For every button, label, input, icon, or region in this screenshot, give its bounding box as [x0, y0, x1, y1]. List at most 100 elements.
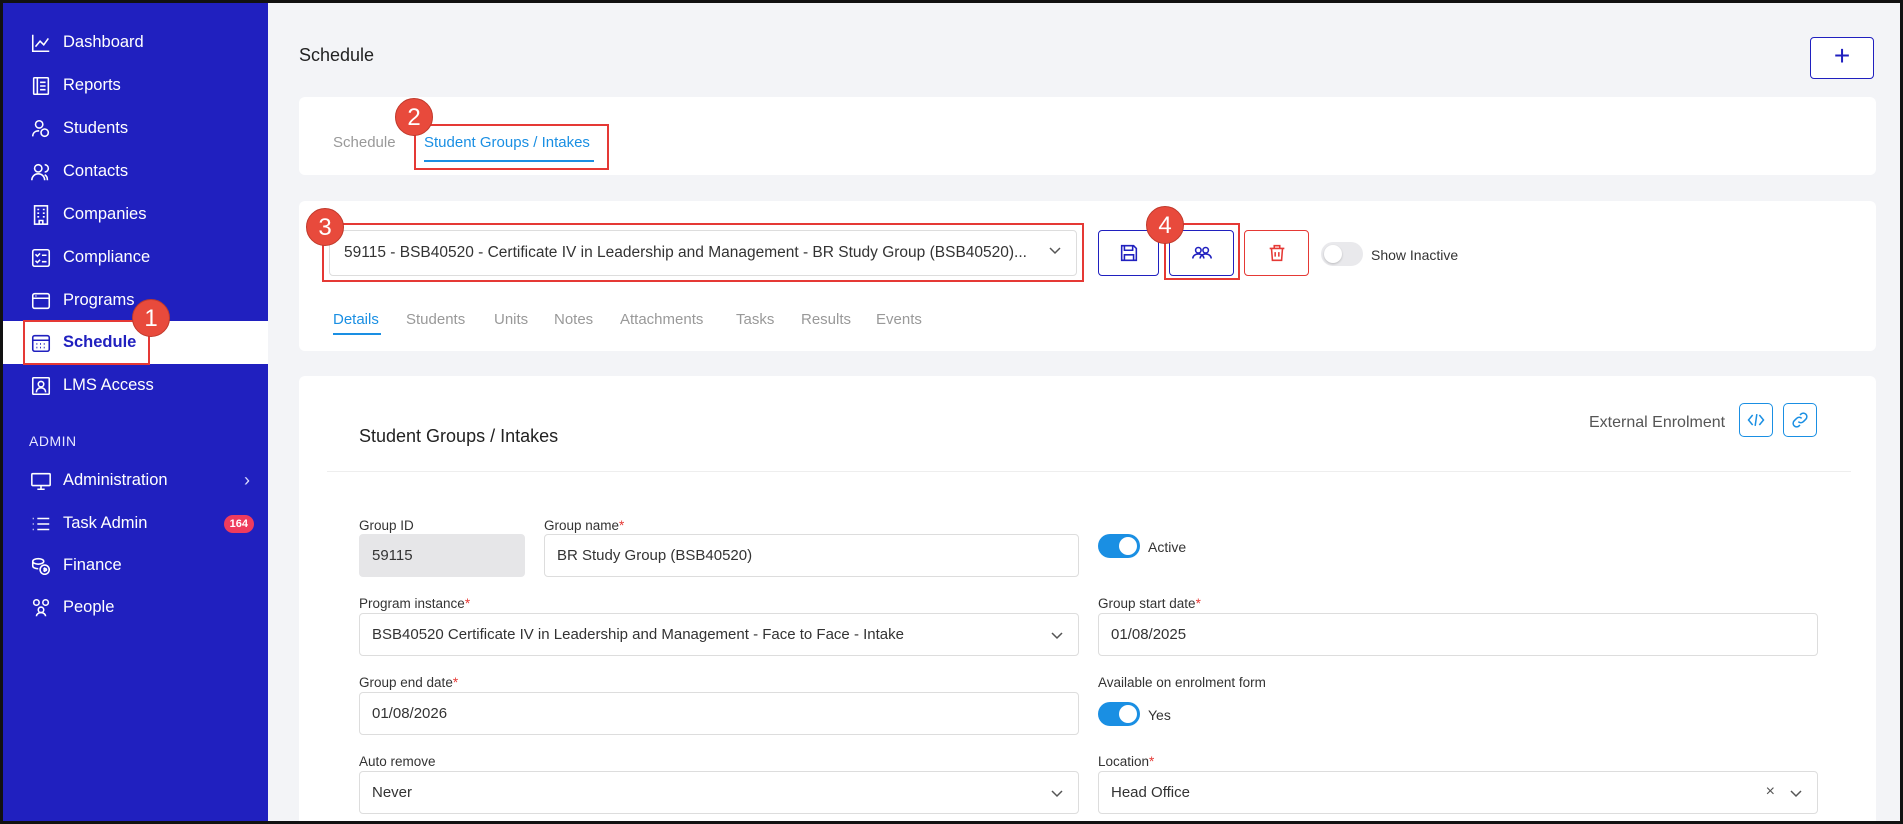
subtab-details[interactable]: Details [333, 311, 379, 328]
subtab-results[interactable]: Results [801, 311, 851, 328]
auto-remove-value: Never [372, 784, 413, 801]
location-value: Head Office [1111, 784, 1190, 801]
delete-button[interactable] [1244, 230, 1309, 276]
sidebar-item-administration[interactable]: Administration › [3, 459, 268, 502]
programs-icon [29, 289, 53, 313]
auto-remove-label: Auto remove [359, 754, 436, 769]
chevron-down-icon [1051, 632, 1063, 640]
location-label-text: Location [1098, 754, 1150, 769]
report-icon [29, 74, 53, 98]
tab-schedule[interactable]: Schedule [333, 134, 396, 151]
sidebar-item-lms-access[interactable]: LMS Access [3, 364, 268, 407]
admin-section-label: ADMIN [29, 433, 77, 449]
subtab-events[interactable]: Events [876, 311, 922, 328]
step-marker-2: 2 [395, 98, 433, 136]
group-id-field: 59115 [359, 534, 525, 577]
sidebar-item-label: Administration [63, 471, 168, 489]
sidebar: Dashboard Reports Students Contacts Comp… [3, 3, 268, 821]
active-toggle[interactable] [1098, 534, 1140, 558]
show-inactive-label: Show Inactive [1371, 247, 1459, 263]
group-id-value: 59115 [372, 547, 413, 564]
subtab-units[interactable]: Units [494, 311, 528, 328]
available-yes-label: Yes [1148, 707, 1171, 723]
sidebar-item-label: Compliance [63, 248, 151, 266]
group-end-date-field[interactable]: 01/08/2026 [359, 692, 1079, 735]
monitor-icon [29, 469, 53, 493]
link-icon [1792, 412, 1808, 428]
required-mark: * [1195, 596, 1201, 611]
group-start-date-label: Group start date* [1098, 596, 1201, 611]
sidebar-item-label: Programs [63, 291, 135, 309]
contacts-icon [29, 160, 53, 184]
floppy-disk-icon [1120, 244, 1137, 262]
sidebar-item-task-admin[interactable]: Task Admin 164 [3, 502, 268, 545]
step-marker-1: 1 [132, 299, 170, 337]
step-marker-4: 4 [1146, 206, 1184, 244]
copy-link-button[interactable] [1783, 403, 1817, 437]
section-divider [327, 471, 1851, 472]
subtab-notes[interactable]: Notes [554, 311, 593, 328]
students-icon [29, 117, 53, 141]
group-end-date-label: Group end date* [359, 675, 458, 690]
chart-line-icon [29, 31, 53, 55]
highlight-box-1 [23, 320, 150, 365]
building-icon [29, 203, 53, 227]
subtab-tasks[interactable]: Tasks [736, 311, 774, 328]
sidebar-item-students[interactable]: Students [3, 107, 268, 150]
sidebar-item-compliance[interactable]: Compliance [3, 236, 268, 279]
page-title: Schedule [299, 45, 375, 65]
group-id-label: Group ID [359, 518, 414, 533]
group-start-date-field[interactable]: 01/08/2025 [1098, 613, 1818, 656]
group-start-date-value: 01/08/2025 [1111, 626, 1187, 643]
group-end-date-value: 01/08/2026 [372, 705, 448, 722]
required-mark: * [464, 596, 471, 611]
active-label: Active [1148, 539, 1187, 555]
sidebar-item-contacts[interactable]: Contacts [3, 150, 268, 193]
active-subtab-underline [333, 333, 381, 335]
auto-remove-select[interactable]: Never [359, 771, 1079, 814]
external-enrolment-label: External Enrolment [1589, 414, 1726, 431]
add-button[interactable]: + [1810, 37, 1874, 79]
checklist-icon [29, 246, 53, 270]
coins-icon [29, 554, 53, 578]
required-mark: * [1149, 754, 1155, 769]
location-select[interactable]: Head Office × [1098, 771, 1818, 814]
group-name-value: BR Study Group (BSB40520) [557, 547, 753, 564]
list-icon [29, 512, 53, 536]
group-start-date-label-text: Group start date [1098, 596, 1196, 611]
trash-icon [1269, 244, 1284, 262]
code-icon [1747, 414, 1765, 426]
show-inactive-toggle[interactable] [1321, 242, 1363, 266]
people-icon [29, 596, 53, 620]
available-on-enrolment-toggle[interactable] [1098, 702, 1140, 726]
sidebar-item-reports[interactable]: Reports [3, 64, 268, 107]
subtab-attachments[interactable]: Attachments [620, 311, 703, 328]
highlight-box-3 [322, 223, 1084, 282]
program-instance-select[interactable]: BSB40520 Certificate IV in Leadership an… [359, 613, 1079, 656]
toggle-knob [1119, 537, 1137, 555]
sidebar-item-label: Contacts [63, 162, 129, 180]
embed-code-button[interactable] [1739, 403, 1773, 437]
subtab-students[interactable]: Students [406, 311, 465, 328]
step-marker-3: 3 [306, 208, 344, 246]
available-on-enrolment-label: Available on enrolment form [1098, 675, 1266, 690]
required-mark: * [452, 675, 459, 690]
section-title: Student Groups / Intakes [359, 426, 559, 446]
sidebar-item-label: Reports [63, 76, 121, 94]
sidebar-item-label: Task Admin [63, 514, 148, 532]
sidebar-item-label: Finance [63, 556, 122, 574]
group-end-date-label-text: Group end date [359, 675, 453, 690]
sidebar-item-label: Companies [63, 205, 147, 223]
sidebar-item-finance[interactable]: Finance [3, 544, 268, 587]
group-name-field[interactable]: BR Study Group (BSB40520) [544, 534, 1079, 577]
app-frame: Dashboard Reports Students Contacts Comp… [0, 0, 1903, 824]
sidebar-item-companies[interactable]: Companies [3, 193, 268, 236]
location-label: Location* [1098, 754, 1154, 769]
sidebar-item-people[interactable]: People [3, 586, 268, 629]
sidebar-item-label: LMS Access [63, 376, 154, 394]
sidebar-item-dashboard[interactable]: Dashboard [3, 21, 268, 64]
task-count-badge: 164 [223, 514, 254, 533]
clear-icon[interactable]: × [1766, 783, 1775, 801]
lms-user-icon [29, 374, 53, 398]
program-instance-label: Program instance* [359, 596, 470, 611]
